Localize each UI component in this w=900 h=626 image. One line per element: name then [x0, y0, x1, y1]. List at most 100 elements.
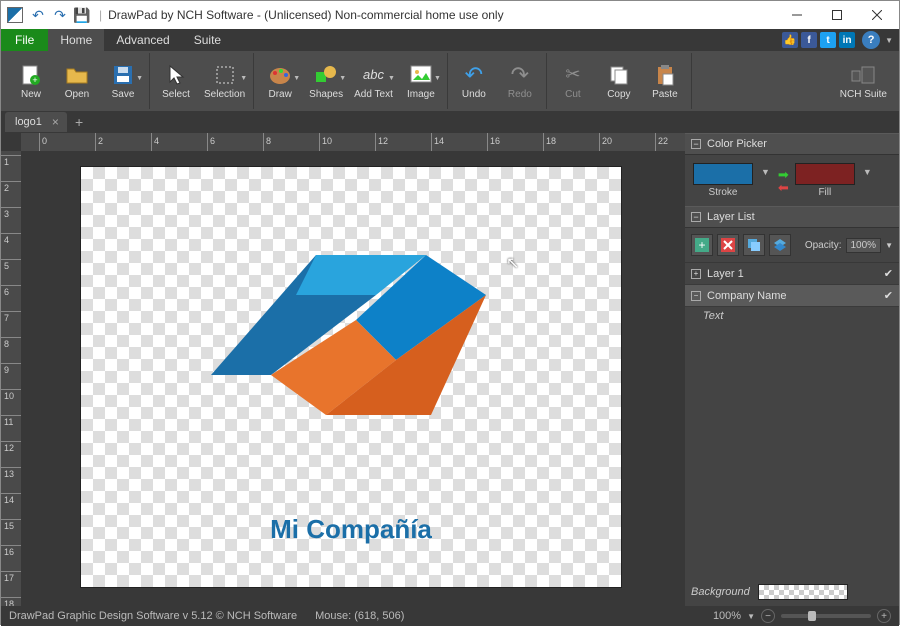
collapse-icon[interactable]: − [691, 139, 701, 149]
tab-home[interactable]: Home [48, 29, 104, 51]
twitter-icon[interactable]: t [820, 32, 836, 48]
collapse-icon[interactable]: − [691, 212, 701, 222]
help-dropdown-icon[interactable]: ▼ [885, 36, 893, 45]
app-icon [7, 7, 23, 23]
palette-icon [267, 63, 293, 87]
layer-row[interactable]: + Layer 1 ✔ [685, 263, 899, 285]
nchsuite-button[interactable]: NCH Suite [836, 53, 891, 109]
new-button[interactable]: +New [9, 53, 53, 109]
tab-advanced[interactable]: Advanced [104, 29, 181, 51]
statusbar: DrawPad Graphic Design Software v 5.12 ©… [1, 606, 899, 626]
paste-button[interactable]: Paste [643, 53, 687, 109]
undo-icon: ↶ [461, 63, 487, 87]
add-layer-button[interactable]: + [691, 234, 713, 256]
like-icon[interactable]: 👍 [782, 32, 798, 48]
chevron-down-icon[interactable]: ▼ [339, 75, 346, 82]
chevron-down-icon[interactable]: ▼ [885, 241, 893, 250]
redo-button[interactable]: ↷Redo [498, 53, 542, 109]
canvas-viewport[interactable]: Mi Compañía [21, 151, 685, 606]
new-tab-button[interactable]: + [75, 114, 83, 130]
undo-quick-button[interactable]: ↶ [28, 5, 48, 25]
merge-layer-button[interactable] [769, 234, 791, 256]
layer-row[interactable]: − Company Name ✔ [685, 285, 899, 307]
visibility-icon[interactable]: ✔ [884, 267, 893, 280]
save-quick-button[interactable]: 💾 [72, 5, 92, 25]
redo-quick-button[interactable]: ↷ [50, 5, 70, 25]
help-button[interactable]: ? [862, 31, 880, 49]
background-row: Background [685, 578, 899, 606]
draw-button[interactable]: Draw▼ [258, 53, 302, 109]
delete-layer-button[interactable] [717, 234, 739, 256]
close-button[interactable] [857, 1, 897, 29]
cut-button[interactable]: ✂Cut [551, 53, 595, 109]
image-button[interactable]: Image▼ [399, 53, 443, 109]
stroke-swatch[interactable] [693, 163, 753, 185]
chevron-down-icon[interactable]: ▼ [293, 75, 300, 82]
zoom-slider[interactable] [781, 614, 871, 618]
select-button[interactable]: Select [154, 53, 198, 109]
chevron-down-icon[interactable]: ▼ [759, 167, 772, 177]
chevron-down-icon[interactable]: ▼ [136, 75, 143, 82]
status-mouse: Mouse: (618, 506) [315, 610, 404, 622]
opacity-value[interactable]: 100% [846, 238, 882, 253]
addtext-button[interactable]: abcAdd Text▼ [350, 53, 397, 109]
redo-icon: ↷ [507, 63, 533, 87]
horizontal-ruler: 0246810121416182022 [21, 133, 685, 151]
copy-button[interactable]: Copy [597, 53, 641, 109]
open-icon [64, 63, 90, 87]
suite-icon [850, 63, 876, 87]
shapes-button[interactable]: Shapes▼ [304, 53, 348, 109]
titlebar: ↶ ↷ 💾 | DrawPad by NCH Software - (Unlic… [1, 1, 899, 29]
vertical-ruler: 123456789101112131415161718 [1, 151, 21, 606]
save-button[interactable]: Save▼ [101, 53, 145, 109]
expand-icon[interactable]: + [691, 269, 701, 279]
document-tabs: logo1 × + [1, 111, 899, 133]
window-title: DrawPad by NCH Software - (Unlicensed) N… [108, 8, 503, 22]
workarea: 0246810121416182022 12345678910111213141… [1, 133, 899, 606]
zoom-out-button[interactable]: − [761, 609, 775, 623]
background-swatch[interactable] [758, 584, 848, 600]
save-icon [110, 63, 136, 87]
facebook-icon[interactable]: f [801, 32, 817, 48]
chevron-down-icon[interactable]: ▼ [388, 75, 395, 82]
zoom-in-button[interactable]: + [877, 609, 891, 623]
collapse-icon[interactable]: − [691, 291, 701, 301]
swap-colors-button[interactable]: ➡⬅ [778, 168, 789, 194]
ribbon: +New Open Save▼ Select Selection▼ Draw▼ … [1, 51, 899, 111]
canvas[interactable]: Mi Compañía [81, 167, 621, 587]
undo-button[interactable]: ↶Undo [452, 53, 496, 109]
cursor-icon [163, 63, 189, 87]
image-icon [408, 63, 434, 87]
titlebar-separator: | [99, 8, 102, 22]
tab-file[interactable]: File [1, 29, 48, 51]
sublayer-row[interactable]: Text [685, 307, 899, 325]
chevron-down-icon[interactable]: ▼ [240, 75, 247, 82]
chevron-down-icon[interactable]: ▼ [861, 167, 874, 177]
selection-button[interactable]: Selection▼ [200, 53, 249, 109]
document-tab-label: logo1 [15, 116, 42, 128]
close-tab-icon[interactable]: × [52, 115, 59, 129]
fill-swatch[interactable] [795, 163, 855, 185]
tab-suite[interactable]: Suite [182, 29, 233, 51]
paste-icon [652, 63, 678, 87]
marquee-icon [212, 63, 238, 87]
document-tab[interactable]: logo1 × [5, 112, 67, 132]
chevron-down-icon[interactable]: ▼ [434, 75, 441, 82]
chevron-down-icon[interactable]: ▼ [747, 612, 755, 621]
open-button[interactable]: Open [55, 53, 99, 109]
maximize-button[interactable] [817, 1, 857, 29]
colorpicker-header[interactable]: − Color Picker [685, 133, 899, 155]
minimize-button[interactable] [777, 1, 817, 29]
logo-text[interactable]: Mi Compañía [270, 514, 432, 545]
visibility-icon[interactable]: ✔ [884, 289, 893, 302]
new-icon: + [18, 63, 44, 87]
scissors-icon: ✂ [560, 63, 586, 87]
zoom-value: 100% [713, 610, 741, 622]
svg-text:+: + [698, 238, 705, 252]
colorpicker-body: Stroke ▼ ➡⬅ Fill ▼ [685, 155, 899, 206]
layerlist-header[interactable]: − Layer List [685, 206, 899, 228]
logo-graphic[interactable] [186, 215, 516, 455]
linkedin-icon[interactable]: in [839, 32, 855, 48]
status-app: DrawPad Graphic Design Software v 5.12 ©… [9, 610, 297, 622]
duplicate-layer-button[interactable] [743, 234, 765, 256]
